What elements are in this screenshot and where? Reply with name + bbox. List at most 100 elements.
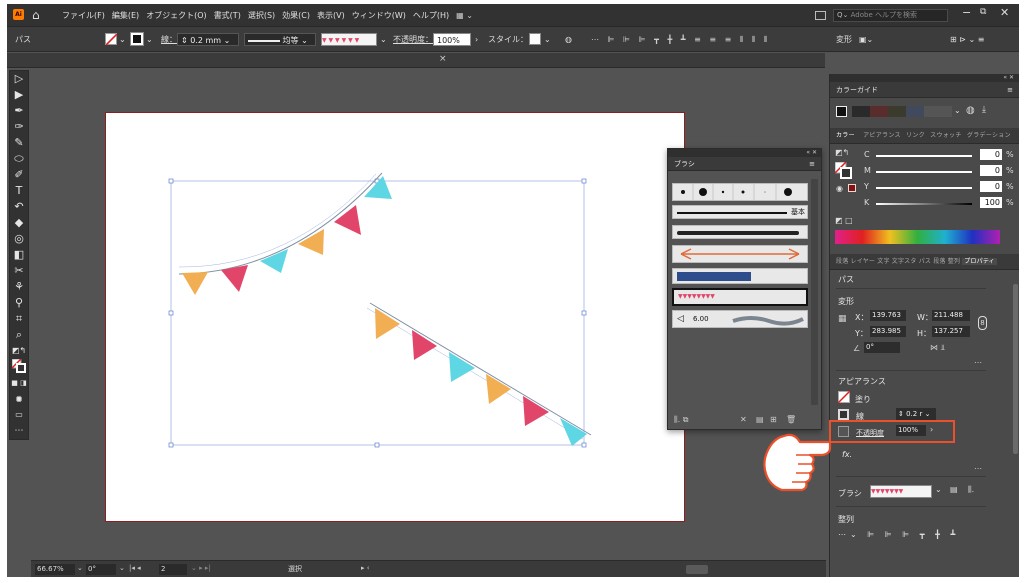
guide-base-swatch[interactable] xyxy=(836,106,847,117)
direct-selection-tool-icon[interactable]: ▶ xyxy=(10,87,28,103)
brush-panel-scrollbar[interactable] xyxy=(811,179,818,405)
none-white-black-swatches[interactable]: ◩ □ xyxy=(835,216,853,225)
eraser-tool-icon[interactable]: ◆ xyxy=(10,215,28,231)
brush-row-arrow[interactable] xyxy=(672,245,808,263)
w-field[interactable]: 211.488 xyxy=(932,310,970,321)
tab-links[interactable]: リンク xyxy=(906,132,925,139)
reference-point-icon[interactable]: ▦ xyxy=(838,314,847,324)
value-m[interactable]: 0 xyxy=(980,165,1002,176)
web-safe-swatch[interactable] xyxy=(848,184,856,192)
brush-library-icon[interactable]: ⫼. xyxy=(674,415,680,424)
brush-definition-dropdown[interactable]: ▼ ▼ ▼ ▼ ▼ ▼ xyxy=(321,33,377,46)
menu-file[interactable]: ファイル(F) xyxy=(62,10,105,21)
close-window-button[interactable]: ✕ xyxy=(1000,6,1009,19)
menu-window[interactable]: ウィンドウ(W) xyxy=(352,10,406,21)
slider-m[interactable]: M 0 % xyxy=(864,164,1014,178)
curvature-tool-icon[interactable]: ✑ xyxy=(10,119,28,135)
horizontal-scrollbar-thumb[interactable] xyxy=(686,565,708,574)
value-c[interactable]: 0 xyxy=(980,149,1002,160)
tab-gradient[interactable]: グラデーション xyxy=(967,132,1011,139)
stroke-profile-dropdown[interactable]: 均等 ⌄ xyxy=(244,33,316,46)
blend-tool-icon[interactable]: ⚘ xyxy=(10,279,28,295)
guide-harmony-strip[interactable] xyxy=(852,106,952,117)
fill-none-icon[interactable] xyxy=(838,391,850,403)
search-field[interactable]: Q⌄ Adobe ヘルプを検索 xyxy=(833,9,948,22)
slider-y[interactable]: Y 0 % xyxy=(864,180,1014,194)
y-field[interactable]: 283.985 xyxy=(870,326,906,337)
brush-row-pattern-blue[interactable] xyxy=(672,268,808,284)
libraries-icon[interactable]: ⧉ xyxy=(683,415,689,424)
home-icon[interactable]: ⌂ xyxy=(32,8,46,22)
artboard-number-field[interactable]: 2 xyxy=(159,564,187,575)
shape-builder-tool-icon[interactable]: ◎ xyxy=(10,231,28,247)
new-brush-icon[interactable]: ⊞ xyxy=(770,411,777,429)
menu-object[interactable]: オブジェクト(O) xyxy=(146,10,207,21)
selection-tool-icon[interactable]: ▷ xyxy=(10,71,28,87)
tab-align[interactable]: 整列 xyxy=(948,258,960,265)
tab-swatches[interactable]: スウォッチ xyxy=(930,132,962,139)
menu-select[interactable]: 選択(S) xyxy=(248,10,275,21)
type-tool-icon[interactable]: T xyxy=(10,183,28,199)
out-of-gamut-icon[interactable]: ◉ xyxy=(836,184,843,193)
color-spectrum[interactable] xyxy=(835,230,1000,244)
draw-mode-icon[interactable]: ◉ xyxy=(10,391,28,407)
brush-dropdown-props[interactable]: ▼▼▼▼▼▼▼ xyxy=(870,485,932,498)
more-appearance-icon[interactable]: ⋯ xyxy=(974,464,982,473)
brush-panel[interactable]: « ✕ ブラシ ≡ 基本 ▼▼▼▼▼▼▼▼ ◁ 6.00 ⫼. ⧉ ✕ ▤ ⊞ 🗑 xyxy=(667,148,822,430)
fill-swatch[interactable] xyxy=(105,33,118,46)
restore-button[interactable]: ⧉ xyxy=(980,7,986,17)
zoom-dropdown-icon[interactable]: ⌄ xyxy=(77,564,83,572)
arrange-documents-icon[interactable] xyxy=(815,11,826,20)
brush-row-calligraphic[interactable] xyxy=(672,183,808,201)
value-k[interactable]: 100 xyxy=(980,197,1002,208)
eyedropper-tool-icon[interactable]: ✂ xyxy=(10,263,28,279)
brush-options-icon[interactable]: ▤ xyxy=(756,411,764,429)
tab-color[interactable]: カラー xyxy=(836,132,855,139)
ellipse-tool-icon[interactable]: ⬭ xyxy=(10,151,28,167)
stroke-swatch[interactable] xyxy=(131,33,143,45)
menu-type[interactable]: 書式(T) xyxy=(214,10,241,21)
symbol-sprayer-tool-icon[interactable]: ⚲ xyxy=(10,295,28,311)
brush-row-basic[interactable]: 基本 xyxy=(672,205,808,219)
h-field[interactable]: 137.257 xyxy=(932,326,970,337)
gradient-tool-icon[interactable]: ◧ xyxy=(10,247,28,263)
harmony-dropdown-icon[interactable]: ⌄ xyxy=(954,106,961,115)
tab-pathfinder[interactable]: パス xyxy=(919,258,931,265)
minimize-button[interactable]: − xyxy=(962,6,971,19)
opacity-arrow-icon[interactable]: › xyxy=(475,33,478,46)
brush-library-props-icon[interactable]: ⫼. xyxy=(968,485,974,495)
artboard-nav-next-icon[interactable]: ⌄ ▸ ▸| xyxy=(191,564,211,572)
panel-menu-icon[interactable]: ≡ xyxy=(809,157,821,171)
color-panel-fill-stroke-icon[interactable] xyxy=(835,162,853,180)
workspace-switcher-icon[interactable]: ▦ ⌄ xyxy=(456,11,473,20)
edit-colors-icon[interactable]: ◍ xyxy=(966,105,975,116)
transform-label[interactable]: 変形 xyxy=(836,33,852,46)
default-colors-icon[interactable]: ◩↰ xyxy=(10,343,28,359)
brush-row-charcoal[interactable] xyxy=(672,225,808,239)
color-fill-stroke-icon[interactable]: ◩↰ xyxy=(835,148,849,157)
brush-panel-topbar[interactable]: « ✕ xyxy=(668,149,821,157)
align-icons[interactable]: ⋯ ⊫ ⊫ ⊫ ┳ ╋ ┻ ≡ ≡ ≡ ⫴ ⫴ ⫴ xyxy=(591,33,770,46)
tab-layers[interactable]: レイヤー xyxy=(851,258,876,265)
brush-row-bristle[interactable]: ◁ 6.00 xyxy=(672,310,808,328)
stroke-dropdown-icon[interactable]: ⌄ xyxy=(146,33,153,46)
value-y[interactable]: 0 xyxy=(980,181,1002,192)
dock-topbar[interactable]: « ✕ xyxy=(830,74,1019,82)
remove-stroke-icon[interactable]: ✕ xyxy=(740,411,747,429)
recolor-icon[interactable]: ◍ xyxy=(565,33,572,46)
menu-edit[interactable]: 編集(E) xyxy=(112,10,139,21)
tab-paragraph[interactable]: 段落 xyxy=(836,258,848,265)
more-tools-icon[interactable]: ⋯ xyxy=(10,423,28,439)
paintbrush-tool-icon[interactable]: ✐ xyxy=(10,167,28,183)
slider-k[interactable]: K 100 % xyxy=(864,196,1014,210)
anchor-point-tool-icon[interactable]: ✎ xyxy=(10,135,28,151)
tab-char-style[interactable]: 文字スタ xyxy=(892,258,917,265)
stroke-color-swatch[interactable] xyxy=(838,409,849,420)
pen-tool-icon[interactable]: ✒ xyxy=(10,103,28,119)
properties-scrollbar[interactable] xyxy=(1013,284,1018,454)
more-transform-icon[interactable]: ⋯ xyxy=(974,358,982,367)
fill-dropdown-icon[interactable]: ⌄ xyxy=(119,33,126,46)
slider-c[interactable]: C 0 % xyxy=(864,148,1014,162)
align-buttons[interactable]: ⋯⌄ ⊫ ⊫ ⊫ ┳ ╋ ┻ xyxy=(838,530,959,539)
tab-properties[interactable]: プロパティ xyxy=(962,258,997,265)
